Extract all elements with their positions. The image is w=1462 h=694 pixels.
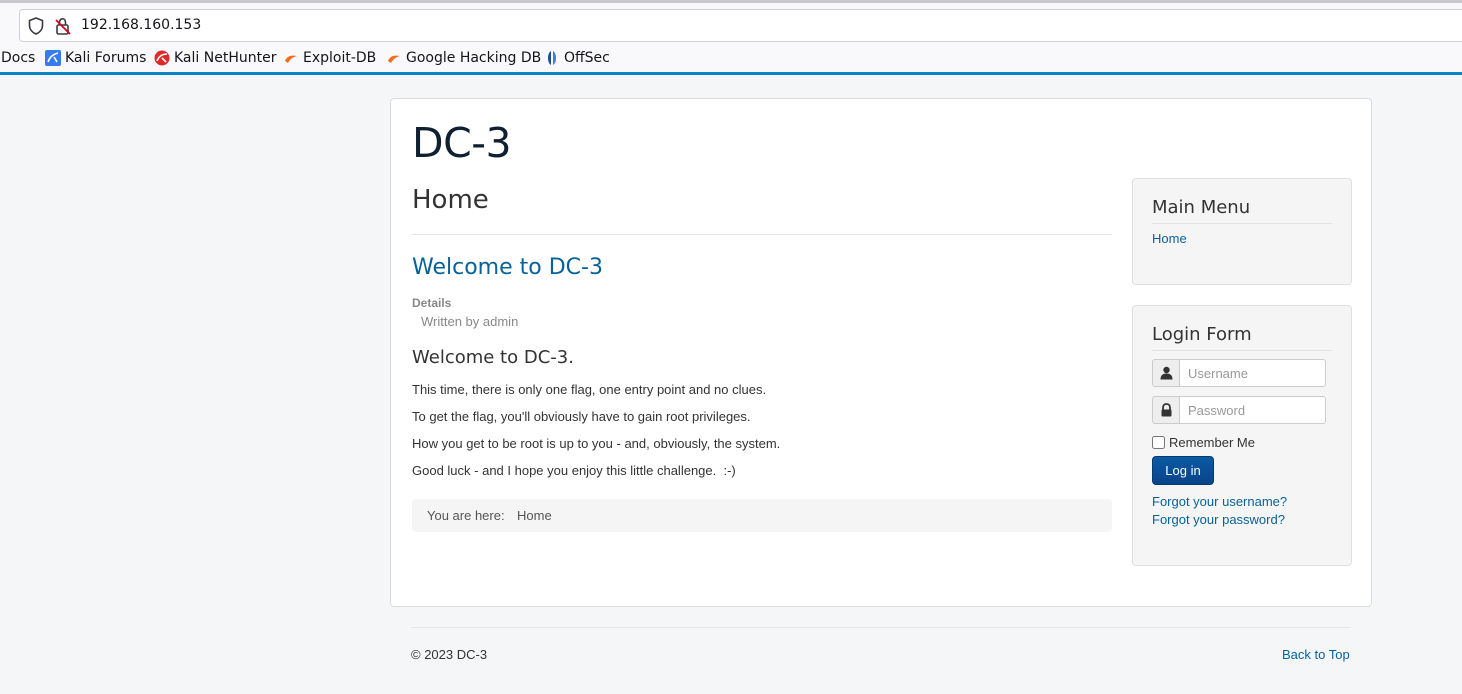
page-heading: Home: [412, 185, 489, 215]
ghdb-icon: [388, 55, 400, 63]
remember-me-checkbox[interactable]: [1152, 436, 1165, 449]
author-info: Written by admin: [421, 314, 519, 329]
bookmark-label: Exploit-DB: [303, 50, 377, 66]
menu-item-home[interactable]: Home: [1152, 231, 1187, 246]
password-input[interactable]: [1179, 396, 1326, 424]
login-button[interactable]: Log in: [1152, 456, 1214, 485]
remember-me[interactable]: Remember Me: [1152, 435, 1255, 450]
article-paragraph: Good luck - and I hope you enjoy this li…: [412, 463, 736, 478]
url-text[interactable]: 192.168.160.153: [81, 17, 201, 33]
password-group: [1152, 396, 1326, 424]
kali-forums-icon: [45, 50, 61, 66]
breadcrumb-item-home: Home: [517, 508, 552, 523]
divider: [1152, 350, 1332, 351]
article-paragraph: To get the flag, you'll obviously have t…: [412, 409, 751, 424]
username-group: [1152, 359, 1326, 387]
user-icon-addon: [1152, 359, 1180, 387]
bookmark-label: Kali Forums: [65, 50, 147, 66]
back-to-top-link[interactable]: Back to Top: [1282, 647, 1350, 662]
divider: [412, 234, 1112, 235]
bookmark-docs[interactable]: Docs: [1, 50, 35, 66]
module-title: Main Menu: [1152, 197, 1251, 218]
article-paragraph: How you get to be root is up to you - an…: [412, 436, 781, 451]
shield-icon[interactable]: [28, 17, 44, 35]
breadcrumb: You are here: Home: [412, 499, 1112, 532]
remember-me-label: Remember Me: [1169, 435, 1255, 450]
bookmarks-toolbar: Docs Kali Forums Kali NetHunter Exploit-…: [0, 44, 1462, 75]
lock-icon-addon: [1152, 396, 1180, 424]
url-bar[interactable]: 192.168.160.153: [19, 9, 1462, 42]
username-input[interactable]: [1179, 359, 1326, 387]
bookmark-google-hacking-db[interactable]: Google Hacking DB: [386, 50, 541, 66]
bookmark-kali-forums[interactable]: Kali Forums: [45, 50, 146, 66]
bookmark-exploit-db[interactable]: Exploit-DB: [283, 50, 376, 66]
login-form-module: Login Form Remember Me: [1132, 305, 1352, 566]
page-container: DC-3 Home Welcome to DC-3 Details Writte…: [390, 98, 1372, 607]
breadcrumb-label: You are here:: [427, 508, 505, 523]
lock-icon: [1161, 403, 1172, 417]
bookmark-label: Google Hacking DB: [406, 50, 542, 66]
browser-toolbar: 192.168.160.153: [0, 0, 1462, 44]
insecure-lock-icon[interactable]: [54, 17, 72, 35]
article-heading: Welcome to DC-3.: [412, 347, 574, 368]
forgot-username-link[interactable]: Forgot your username?: [1152, 494, 1287, 509]
main-menu-module: Main Menu Home: [1132, 178, 1352, 285]
site-title[interactable]: DC-3: [412, 119, 512, 167]
bookmark-label: Kali NetHunter: [174, 50, 277, 66]
forgot-password-link[interactable]: Forgot your password?: [1152, 512, 1285, 527]
kali-nethunter-icon: [154, 50, 170, 66]
footer-divider: [411, 627, 1351, 628]
bookmark-offsec[interactable]: OffSec: [544, 50, 610, 66]
user-icon: [1160, 366, 1173, 380]
bookmark-label: Docs: [1, 50, 36, 66]
details-label: Details: [412, 296, 452, 310]
article-paragraph: This time, there is only one flag, one e…: [412, 382, 767, 397]
bookmark-kali-nethunter[interactable]: Kali NetHunter: [154, 50, 276, 66]
module-title: Login Form: [1152, 324, 1252, 345]
article-title-link[interactable]: Welcome to DC-3: [412, 255, 603, 280]
divider: [1152, 223, 1332, 224]
footer-copyright: © 2023 DC-3: [411, 647, 488, 662]
offsec-icon: [548, 51, 556, 65]
bookmark-label: OffSec: [564, 50, 610, 66]
exploit-db-icon: [285, 55, 297, 63]
